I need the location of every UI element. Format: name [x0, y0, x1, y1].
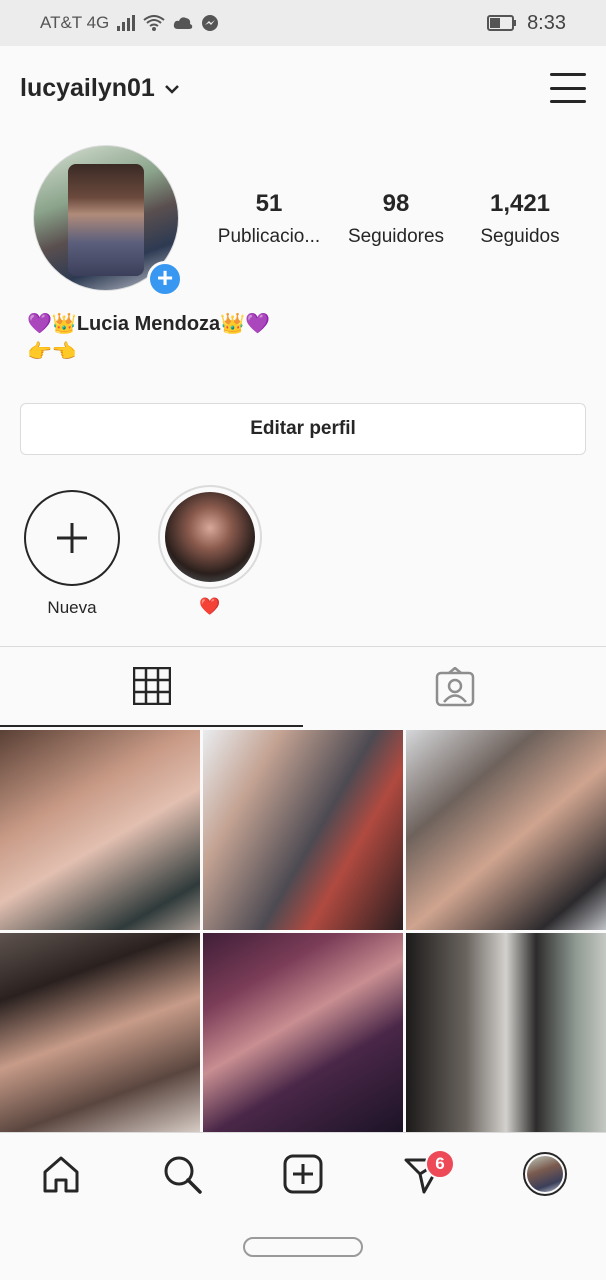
- add-story-icon[interactable]: +: [147, 261, 183, 297]
- nav-home[interactable]: [0, 1133, 121, 1215]
- cloud-icon: [174, 17, 193, 29]
- grid-photo[interactable]: [0, 933, 200, 1133]
- stat-value: 1,421: [489, 190, 551, 217]
- home-icon: [43, 1156, 78, 1192]
- plus-icon: [57, 523, 87, 553]
- nav-direct[interactable]: 6: [363, 1133, 484, 1215]
- wifi-icon: [143, 15, 165, 31]
- direct-unread-badge: 6: [425, 1148, 455, 1179]
- profile-icon: [522, 1151, 567, 1196]
- nav-avatar-photo: [526, 1155, 563, 1192]
- grid-photo[interactable]: [203, 933, 403, 1133]
- status-bar: AT&T 4G 8:33: [0, 0, 606, 46]
- pointing-hands-icon: 👉👈: [27, 341, 77, 363]
- tagged-person-icon: [435, 667, 474, 707]
- carrier-label: AT&T 4G: [40, 13, 110, 32]
- new-highlight-circle: [24, 490, 120, 586]
- highlight-new[interactable]: Nueva: [24, 490, 120, 618]
- avatar-photo: [68, 164, 144, 276]
- menu-button[interactable]: [550, 73, 586, 103]
- status-left: AT&T 4G: [40, 13, 219, 33]
- stat-label: Seguidos: [480, 226, 560, 247]
- battery-icon: [487, 15, 517, 31]
- status-right: 8:33: [487, 12, 566, 35]
- stat-followers[interactable]: 98 Seguidores: [331, 190, 461, 248]
- grid-photo[interactable]: [0, 730, 200, 930]
- grid-photo[interactable]: [406, 933, 606, 1133]
- grid-icon: [132, 667, 171, 705]
- purple-heart-icon: 💜: [27, 313, 52, 335]
- bio-name: Lucia Mendoza: [76, 313, 221, 335]
- purple-heart-icon: 💜: [245, 313, 270, 335]
- bio-name-line: 💜👑Lucia Mendoza👑💜: [27, 310, 270, 338]
- highlight-label: Nueva: [47, 598, 97, 617]
- chevron-down-icon[interactable]: [164, 78, 179, 99]
- add-post-icon: [283, 1154, 322, 1193]
- highlight-story[interactable]: ❤️: [158, 485, 262, 617]
- menu-line: [550, 73, 586, 76]
- messenger-icon: [202, 15, 219, 31]
- status-time: 8:33: [527, 11, 566, 34]
- tab-tagged[interactable]: [303, 647, 606, 727]
- profile-tabs: [0, 646, 606, 728]
- grid-photo[interactable]: [203, 730, 403, 930]
- crown-icon: 👑: [220, 313, 246, 335]
- stat-value: 51: [255, 190, 283, 217]
- stat-value: 98: [382, 190, 410, 217]
- menu-line: [550, 86, 586, 90]
- profile-header: lucyailyn01: [0, 46, 606, 130]
- signal-icon: [117, 15, 136, 31]
- bottom-nav: 6: [0, 1132, 606, 1214]
- stat-label: Seguidores: [347, 226, 445, 247]
- grid-photo[interactable]: [406, 730, 606, 930]
- crown-icon: 👑: [51, 313, 77, 335]
- profile-bio: 💜👑Lucia Mendoza👑💜 👉👈: [27, 310, 270, 366]
- nav-search[interactable]: [121, 1133, 242, 1215]
- nav-add-post[interactable]: [242, 1133, 363, 1215]
- tab-grid[interactable]: [0, 647, 303, 727]
- menu-line: [550, 100, 586, 103]
- photo-grid: [0, 730, 606, 1133]
- highlight-story-photo: [165, 492, 255, 582]
- stat-posts[interactable]: 51 Publicacio...: [204, 190, 334, 248]
- highlight-story-ring: [158, 485, 262, 589]
- home-gesture-handle[interactable]: [243, 1237, 363, 1257]
- nav-profile[interactable]: [484, 1133, 605, 1215]
- search-icon: [164, 1156, 202, 1194]
- stat-following[interactable]: 1,421 Seguidos: [455, 190, 585, 248]
- edit-profile-button[interactable]: Editar perfil: [20, 403, 586, 455]
- stat-label: Publicacio...: [217, 226, 321, 247]
- highlight-label: ❤️: [199, 597, 221, 616]
- gesture-bar: [0, 1214, 606, 1280]
- username-switcher[interactable]: lucyailyn01: [20, 74, 155, 103]
